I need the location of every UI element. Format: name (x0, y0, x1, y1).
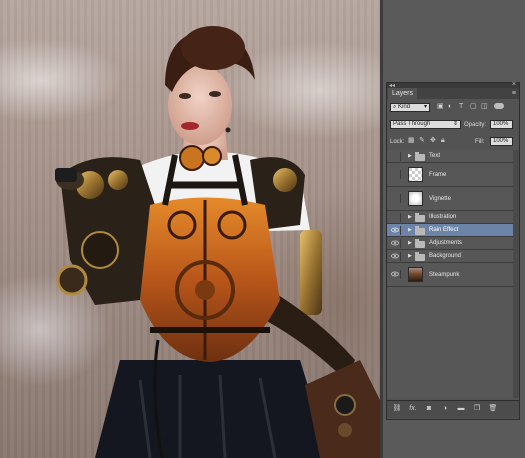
lock-label: Lock: (390, 139, 405, 145)
filter-kind-select[interactable]: ⌕ Kind ▾ (390, 103, 430, 112)
visibility-toggle-off[interactable] (391, 194, 401, 203)
layers-bottom-bar: ⛓︎ fx. ◙ ◑ ▬ ❐ 🗑︎ (387, 400, 519, 418)
link-icon[interactable]: ⛓︎ (391, 405, 403, 413)
folder-icon (415, 152, 425, 161)
expand-triangle-icon[interactable]: ▶ (408, 214, 412, 220)
mask-icon[interactable]: ◙ (423, 405, 435, 413)
layer-filter-row: ⌕ Kind ▾ ▣ ◐ T ▢ ◫ (387, 101, 519, 113)
layer-name: Steampunk (429, 272, 460, 278)
layer-row-rain-effect[interactable]: ▶ Rain Effect (387, 224, 513, 237)
layer-row-steampunk[interactable]: Steampunk (387, 263, 513, 287)
filter-smart-object-icon[interactable]: ◫ (481, 103, 488, 111)
layer-name: Vignette (429, 196, 451, 202)
panel-tab-bar: Layers ≡ (387, 88, 519, 99)
folder-icon (415, 252, 425, 261)
document-canvas[interactable] (0, 0, 380, 458)
filter-type-icon[interactable]: T (459, 103, 463, 111)
layer-thumbnail (408, 191, 423, 206)
folder-icon (415, 226, 425, 235)
fx-icon[interactable]: fx. (407, 405, 419, 413)
fill-label: Fill: (475, 139, 485, 145)
layer-row-background[interactable]: ▶ Background (387, 250, 513, 263)
visibility-toggle-off[interactable] (391, 152, 401, 161)
new-layer-icon[interactable]: ❐ (471, 405, 483, 413)
lock-transparent-pixels-icon[interactable]: ▦ (408, 137, 415, 145)
layer-row-illustration[interactable]: ▶ Illustration (387, 211, 513, 224)
group-icon[interactable]: ▬ (455, 405, 467, 413)
layer-name: Adjustments (429, 240, 463, 246)
lock-position-icon[interactable]: ✥ (430, 137, 436, 145)
filter-shape-icon[interactable]: ▢ (470, 103, 477, 111)
expand-triangle-icon[interactable]: ▶ (408, 153, 412, 159)
layers-panel: ◂◂ × Layers ≡ ⌕ Kind ▾ ▣ ◐ T ▢ ◫ Pass Thr… (386, 81, 520, 420)
folder-icon (415, 213, 425, 222)
folder-icon (415, 239, 425, 248)
opacity-value: 100% (493, 121, 509, 127)
layer-row-frame[interactable]: Frame (387, 163, 513, 187)
filter-pixel-icon[interactable]: ▣ (437, 103, 444, 111)
layer-name: Background (429, 253, 462, 259)
filter-adjustment-icon[interactable]: ◐ (448, 103, 452, 111)
lock-all-icon[interactable]: 🔒︎ (441, 137, 445, 145)
layer-thumbnail (408, 167, 423, 182)
layer-row-vignette[interactable]: Vignette (387, 187, 513, 211)
visibility-toggle-off[interactable] (391, 213, 401, 222)
fill-value: 100% (493, 138, 509, 144)
eye-icon[interactable] (391, 226, 401, 235)
layer-name: Rain Effect (429, 227, 459, 233)
opacity-input[interactable]: 100% (490, 120, 513, 129)
blend-mode-value: Pass Through (393, 121, 431, 127)
layer-thumbnail (408, 267, 423, 282)
filter-kind-value: Kind (398, 104, 411, 110)
trash-icon[interactable]: 🗑︎ (487, 405, 499, 413)
opacity-label: Opacity: (464, 122, 487, 128)
layer-name: Illustration (429, 214, 457, 220)
fill-input[interactable]: 100% (490, 137, 513, 146)
adjustment-icon[interactable]: ◑ (439, 405, 451, 413)
chevron-down-icon: ▾ (423, 104, 427, 110)
layer-row-adjustments[interactable]: ▶ Adjustments (387, 237, 513, 250)
canvas-panel-divider (380, 0, 383, 458)
expand-triangle-icon[interactable]: ▶ (408, 253, 412, 259)
filter-toggle-switch[interactable] (494, 103, 504, 109)
layer-name: Text (429, 153, 441, 159)
updown-chevron-icon: ⇕ (452, 121, 458, 127)
eye-icon[interactable] (391, 252, 401, 261)
steampunk-illustration (55, 26, 380, 458)
layer-list[interactable]: ▶ Text Frame Vignette ▶ Illustration ▶ R… (387, 150, 513, 398)
expand-triangle-icon[interactable]: ▶ (408, 227, 412, 233)
tab-layers[interactable]: Layers (388, 88, 418, 99)
blend-opacity-row: Pass Through ⇕ Opacity: 100% (387, 119, 519, 131)
panel-menu-icon[interactable]: ≡ (512, 89, 516, 98)
layer-name: Frame (429, 172, 447, 178)
blend-mode-select[interactable]: Pass Through ⇕ (390, 120, 461, 129)
lock-image-pixels-icon[interactable]: ✎ (419, 137, 425, 145)
eye-icon[interactable] (391, 239, 401, 248)
expand-triangle-icon[interactable]: ▶ (408, 240, 412, 246)
layer-row-text[interactable]: ▶ Text (387, 150, 513, 163)
lock-fill-row: Lock: ▦ ✎ ✥ 🔒︎ Fill: 100% (387, 136, 519, 148)
visibility-toggle-off[interactable] (391, 170, 401, 179)
eye-icon[interactable] (391, 270, 401, 279)
close-panel-icon[interactable]: × (512, 81, 516, 88)
layer-list-scrollbar[interactable] (513, 150, 519, 398)
